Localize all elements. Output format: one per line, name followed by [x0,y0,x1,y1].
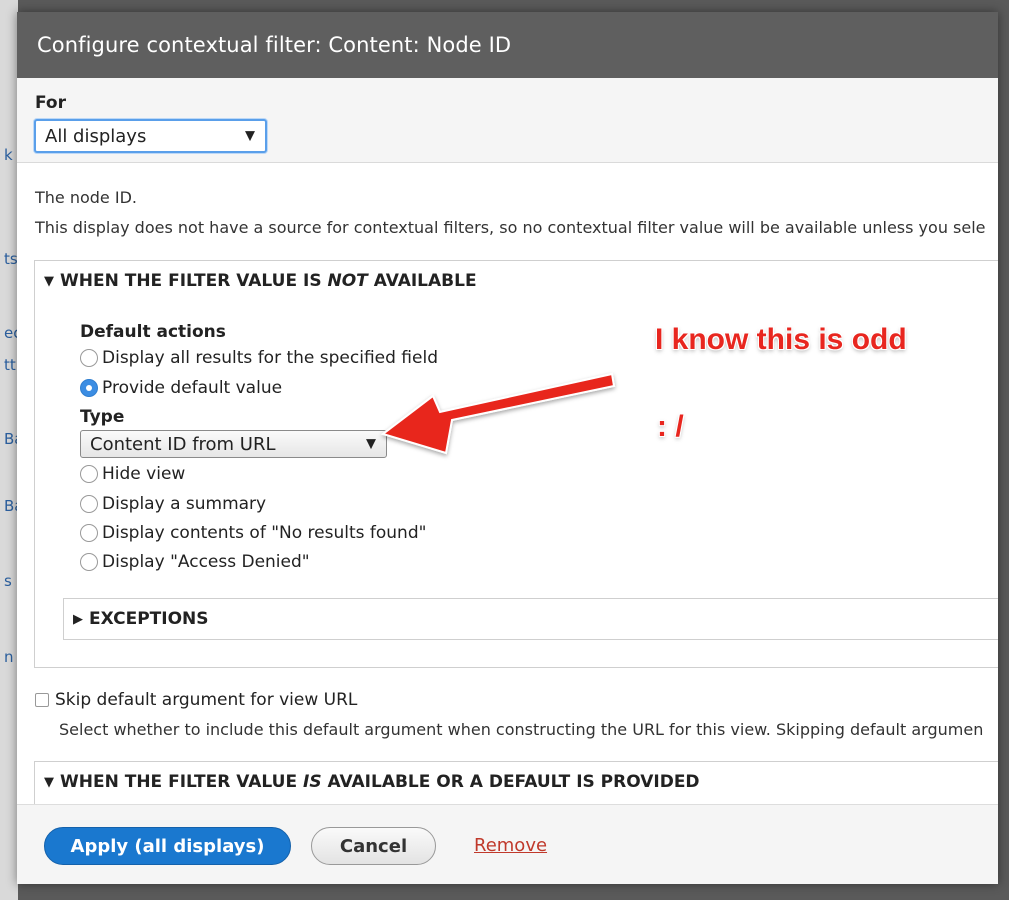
annotation-text-emoticon: : / [657,410,684,443]
annotation-text: I know this is odd [655,323,907,356]
annotation-arrow [380,372,616,455]
annotation-overlay [380,372,616,455]
